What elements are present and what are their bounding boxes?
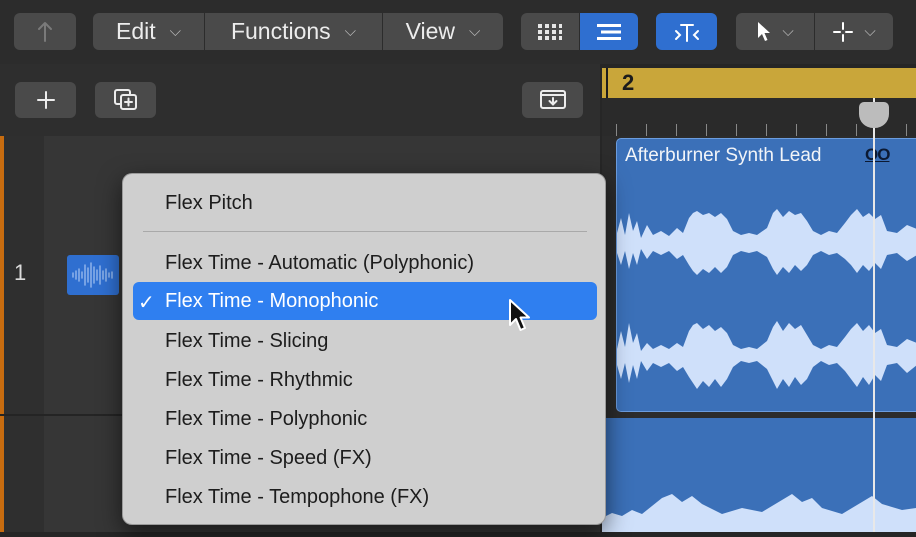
ruler-tick (616, 124, 617, 136)
waveform (602, 494, 916, 532)
pointer-tool-button[interactable]: ⌵ (736, 13, 814, 50)
functions-menu-label: Functions (230, 18, 331, 44)
ruler-tick (706, 124, 707, 136)
flex-mode-button[interactable] (656, 13, 717, 50)
audio-region[interactable]: Afterburner Synth Lead OO (616, 138, 916, 412)
track-number: 1 (14, 260, 27, 285)
menu-item-flex-time-tempophone[interactable]: Flex Time - Tempophone (FX) (133, 478, 597, 516)
flex-icon (674, 23, 699, 42)
secondary-tool-button[interactable]: ⌵ (815, 13, 893, 50)
checkmark-icon: ✓ (138, 292, 155, 314)
waveform (617, 209, 916, 389)
ruler-tick (826, 124, 827, 136)
ruler-tick (766, 124, 767, 136)
menu-item-label: Flex Time - Monophonic (165, 289, 379, 312)
arrow-pointer-icon (758, 21, 771, 41)
mouse-cursor-icon (509, 299, 530, 331)
menu-item-label: Flex Time - Rhythmic (165, 368, 353, 391)
audio-waveform-icon[interactable] (67, 255, 119, 295)
bar-number: 2 (622, 70, 635, 95)
chevron-down-icon: ⌵ (864, 23, 876, 40)
menu-item-label: Flex Time - Tempophone (FX) (165, 485, 430, 508)
menu-item-label: Flex Time - Automatic (Polyphonic) (165, 251, 474, 274)
playhead-line[interactable] (873, 98, 875, 532)
download-button[interactable] (522, 82, 583, 118)
region-name: Afterburner Synth Lead (625, 145, 822, 166)
plus-icon (36, 91, 55, 109)
menu-item-label: Flex Time - Speed (FX) (165, 446, 372, 469)
grid-view-button[interactable] (521, 13, 579, 50)
bar-marker (606, 68, 608, 98)
view-menu-label: View (405, 18, 456, 44)
chevron-down-icon: ⌵ (169, 23, 181, 40)
chevron-down-icon: ⌵ (344, 23, 357, 40)
list-icon (597, 23, 621, 40)
menu-item-flex-time-polyphonic[interactable]: Flex Time - Polyphonic (133, 400, 597, 438)
ruler-bar[interactable]: 2 (602, 68, 916, 98)
chevron-down-icon: ⌵ (469, 23, 481, 40)
flex-indicator-icon[interactable]: OO (865, 145, 890, 165)
edit-menu-label: Edit (115, 18, 156, 44)
ruler-tick (646, 124, 647, 136)
playhead-handle[interactable] (859, 102, 889, 128)
chevron-down-icon: ⌵ (782, 23, 794, 40)
track-header-toolbar (0, 64, 600, 136)
ruler-tick (736, 124, 737, 136)
download-tray-icon (539, 90, 566, 109)
menu-item-flex-time-automatic[interactable]: Flex Time - Automatic (Polyphonic) (133, 244, 597, 282)
up-arrow-icon (38, 21, 52, 42)
grid-icon (538, 23, 562, 40)
toolbar: Edit ⌵ Functions ⌵ View ⌵ ⌵ ⌵ (0, 0, 916, 64)
ruler-tick (856, 124, 857, 136)
menu-item-label: Flex Time - Slicing (165, 329, 329, 352)
menu-item-flex-time-rhythmic[interactable]: Flex Time - Rhythmic (133, 361, 597, 399)
menu-item-flex-time-speed[interactable]: Flex Time - Speed (FX) (133, 439, 597, 477)
view-menu-button[interactable]: View ⌵ (383, 13, 503, 50)
track-number-column (4, 416, 44, 532)
audio-region-lower[interactable] (602, 418, 916, 532)
ruler-tick (796, 124, 797, 136)
edit-menu-button[interactable]: Edit ⌵ (93, 13, 204, 50)
menu-item-flex-pitch[interactable]: Flex Pitch (133, 184, 597, 222)
menu-item-label: Flex Time - Polyphonic (165, 407, 368, 430)
functions-menu-button[interactable]: Functions ⌵ (205, 13, 382, 50)
ruler-tick (906, 124, 907, 136)
list-view-button[interactable] (580, 13, 638, 50)
duplicate-icon (113, 89, 137, 110)
duplicate-track-button[interactable] (95, 82, 156, 118)
crosshair-icon (833, 21, 854, 42)
menu-separator (143, 231, 587, 232)
catch-button[interactable] (14, 13, 76, 50)
menu-item-label: Flex Pitch (165, 191, 253, 214)
add-track-button[interactable] (15, 82, 76, 118)
ruler-tick (676, 124, 677, 136)
flex-mode-menu: Flex Pitch Flex Time - Automatic (Polyph… (122, 173, 606, 525)
